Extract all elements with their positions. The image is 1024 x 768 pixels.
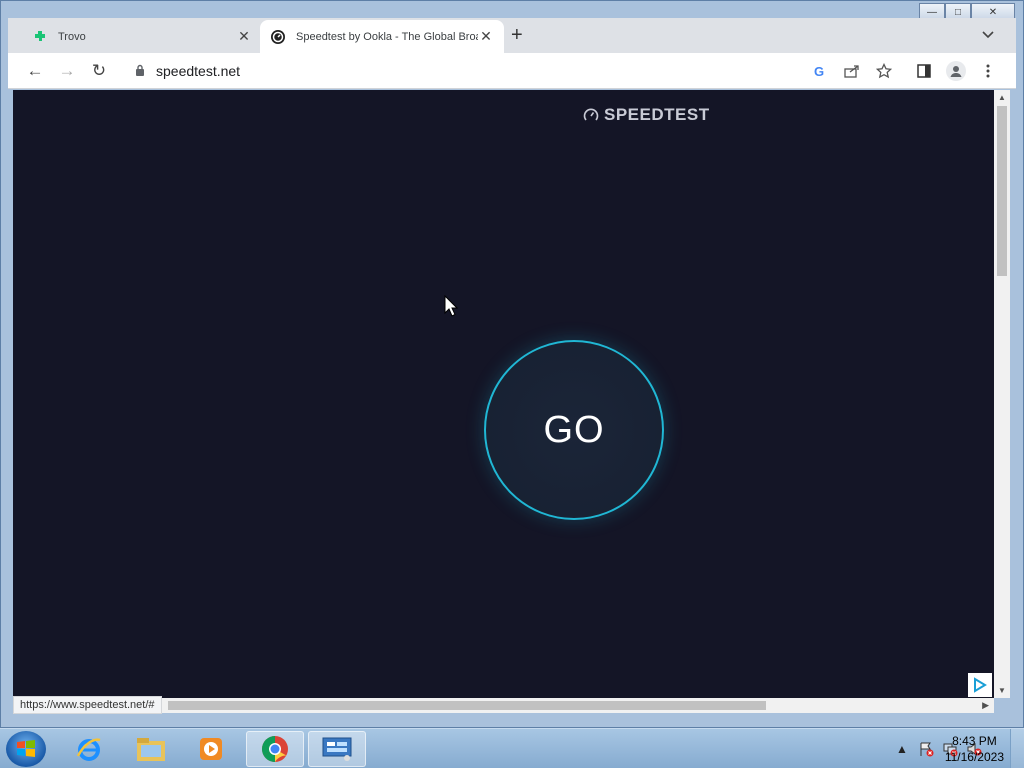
address-bar[interactable]: speedtest.net: [156, 63, 240, 79]
windows-logo-icon: [17, 740, 35, 757]
side-panel-icon[interactable]: [914, 61, 934, 81]
media-player-icon[interactable]: [182, 731, 240, 767]
taskbar: ▲ 8:43 PM 11/16/2023: [0, 728, 1024, 768]
trovo-icon: [32, 29, 48, 45]
speedometer-icon: [583, 108, 599, 121]
taskbar-clock[interactable]: 8:43 PM 11/16/2023: [945, 733, 1004, 765]
vertical-scrollbar[interactable]: ▲ ▼: [994, 90, 1010, 698]
google-lens-icon[interactable]: G: [810, 61, 830, 81]
clock-date: 11/16/2023: [944, 750, 1004, 764]
menu-icon[interactable]: [978, 61, 998, 81]
tab-trovo[interactable]: Trovo ✕: [22, 20, 262, 53]
mouse-cursor-icon: [444, 295, 458, 317]
reload-button[interactable]: ↻: [87, 59, 111, 83]
show-desktop-button[interactable]: [1010, 729, 1024, 768]
tab-search-icon[interactable]: [982, 28, 994, 42]
go-button[interactable]: GO: [484, 340, 664, 520]
tab-title: Speedtest by Ookla - The Global Broadban…: [296, 30, 478, 43]
new-tab-button[interactable]: +: [511, 24, 523, 47]
lock-icon[interactable]: [135, 64, 145, 79]
show-hidden-icons-icon[interactable]: ▲: [892, 739, 912, 759]
chrome-icon[interactable]: [246, 731, 304, 767]
tab-close-icon[interactable]: ✕: [236, 28, 252, 45]
svg-text:G: G: [814, 64, 824, 78]
tab-title: Trovo: [58, 30, 86, 43]
forward-button[interactable]: →: [55, 59, 79, 83]
share-icon[interactable]: [842, 61, 862, 81]
profile-icon[interactable]: [946, 61, 966, 81]
speedtest-page: SPEEDTEST GO: [13, 90, 994, 698]
control-panel-icon[interactable]: [308, 731, 366, 767]
horizontal-scroll-thumb[interactable]: [168, 701, 766, 710]
back-button[interactable]: ←: [23, 59, 47, 83]
logo-text: SPEEDTEST: [604, 105, 710, 124]
file-explorer-icon[interactable]: [122, 731, 180, 767]
tab-close-icon[interactable]: ✕: [478, 28, 494, 45]
start-button[interactable]: [6, 731, 46, 767]
clock-time: 8:43 PM: [952, 734, 997, 748]
tab-speedtest[interactable]: Speedtest by Ookla - The Global Broadban…: [260, 20, 504, 53]
action-center-flag-icon[interactable]: [916, 739, 936, 759]
speedtest-icon: [270, 29, 286, 45]
vertical-scroll-thumb[interactable]: [997, 106, 1007, 276]
bookmark-star-icon[interactable]: [874, 61, 894, 81]
scroll-right-icon[interactable]: ▶: [982, 700, 989, 711]
internet-explorer-icon[interactable]: [60, 731, 118, 767]
tab-strip: Trovo ✕ Speedtest by Ookla - The Global …: [8, 18, 1016, 53]
scroll-down-icon[interactable]: ▼: [998, 686, 1006, 695]
status-url: https://www.speedtest.net/#: [13, 696, 162, 714]
speedtest-logo[interactable]: SPEEDTEST: [582, 105, 710, 125]
adchoices-icon[interactable]: [968, 673, 992, 697]
scroll-up-icon[interactable]: ▲: [998, 93, 1006, 102]
browser-toolbar: ← → ↻ speedtest.net G: [8, 53, 1016, 89]
